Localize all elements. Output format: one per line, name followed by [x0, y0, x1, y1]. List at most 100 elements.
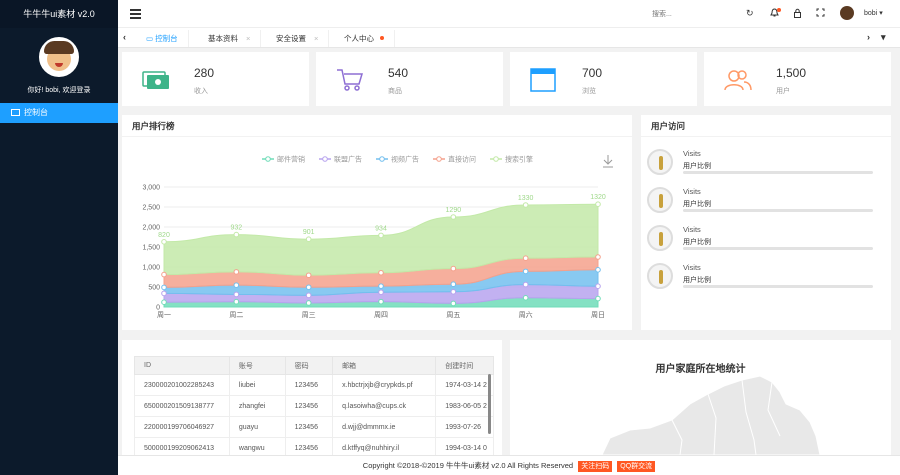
greeting-text: 你好! bobi, 欢迎登录	[27, 87, 91, 94]
column-header[interactable]: 创建时间	[435, 356, 494, 375]
visit-subtitle: 用户比例	[683, 239, 711, 246]
tab-profile[interactable]: 个人中心	[334, 30, 395, 47]
panel-title: 用户排行榜	[122, 115, 632, 137]
data-point	[305, 236, 312, 242]
notification-dot	[777, 8, 781, 12]
data-point	[595, 283, 601, 289]
monitor-icon: ▭	[146, 34, 154, 43]
column-header[interactable]: ID	[134, 356, 230, 375]
table-row[interactable]: 500000199209062413 wangwu 123456 d.ktffy…	[134, 437, 494, 455]
data-point	[305, 272, 312, 279]
tab-dashboard[interactable]: ▭ 控制台	[136, 30, 189, 47]
tab-label: 控制台	[155, 34, 178, 43]
x-tick-label: 周三	[302, 311, 316, 319]
data-point	[522, 295, 529, 301]
user-menu[interactable]: bobi ▾	[864, 9, 883, 17]
progress-bar	[683, 209, 873, 212]
data-point	[595, 254, 601, 260]
ranking-panel: 用户排行榜 0 500 1,000 1,500 2,000 2,500 3,000 周一 周二 周…	[122, 115, 632, 330]
visit-avatar	[647, 263, 673, 289]
cash-icon	[142, 71, 169, 89]
cell-password: 123456	[284, 416, 334, 438]
visit-subtitle: 用户比例	[683, 277, 711, 284]
stat-label: 商品	[388, 88, 402, 95]
legend-label: 视频广告	[391, 155, 419, 164]
qq-group-button[interactable]: QQ群交流	[617, 461, 656, 472]
follow-button[interactable]: 关注扫码	[578, 461, 613, 472]
legend-marker	[493, 156, 499, 162]
legend-label: 邮件营销	[277, 155, 305, 164]
stat-label: 浏览	[582, 88, 596, 95]
data-point	[233, 298, 240, 305]
footer: Copyright ©2018-©2019 牛牛牛ui素材 v2.0 All R…	[118, 455, 900, 475]
fullscreen-icon[interactable]	[816, 8, 825, 19]
data-point	[378, 289, 384, 296]
china-map[interactable]	[510, 340, 891, 455]
tabs-scroll-left-icon[interactable]: ‹	[123, 32, 126, 42]
search-input[interactable]: 搜索...	[652, 9, 672, 19]
avatar[interactable]	[39, 37, 79, 77]
data-label: 932	[230, 225, 242, 232]
data-point	[233, 231, 240, 238]
list-item[interactable]: Visits 用户比例	[647, 225, 875, 255]
y-tick-label: 500	[148, 285, 160, 292]
data-point	[450, 281, 457, 287]
legend-marker	[436, 156, 442, 162]
data-point	[378, 298, 384, 305]
download-icon[interactable]	[603, 155, 613, 168]
tab-label: 基本资料	[208, 34, 238, 43]
refresh-icon[interactable]: ↻	[746, 8, 754, 19]
user-avatar[interactable]	[840, 6, 854, 20]
users-table: ID 账号 密码 邮箱 创建时间 230000201002285243 liub…	[134, 356, 494, 455]
data-point	[233, 291, 240, 298]
table-row[interactable]: 230000201002285243 liubei 123456 x.hbctr…	[134, 374, 494, 396]
list-item[interactable]: Visits 用户比例	[647, 263, 875, 293]
visit-subtitle: 用户比例	[683, 163, 711, 170]
visit-avatar	[647, 149, 673, 175]
stat-label: 用户	[776, 88, 790, 95]
cell-account: guayu	[228, 416, 286, 438]
data-point	[378, 283, 384, 289]
data-point	[161, 299, 167, 305]
map-panel: 用户家庭所在地统计	[510, 340, 891, 455]
data-point	[595, 201, 601, 207]
data-point	[161, 239, 167, 245]
tab-bar: ‹ ▭ 控制台 基本资料 × 安全设置 × 个人中心 › ▾	[118, 28, 900, 48]
close-icon[interactable]: ×	[246, 34, 250, 43]
cell-password: 123456	[284, 395, 334, 417]
table-row[interactable]: 220000199706046927 guayu 123456 d.wjj@dm…	[134, 416, 494, 438]
list-item[interactable]: Visits 用户比例	[647, 149, 875, 179]
x-tick-label: 周五	[446, 311, 460, 319]
data-point	[305, 284, 312, 291]
progress-bar	[683, 171, 873, 174]
data-point	[305, 292, 312, 299]
list-item[interactable]: Visits 用户比例	[647, 187, 875, 217]
tab-security[interactable]: 安全设置 ×	[266, 30, 330, 47]
data-label: 1320	[590, 194, 606, 201]
table-row[interactable]: 650000201509138777 zhangfei 123456 q.las…	[134, 395, 494, 417]
tabs-dropdown-icon[interactable]: ▾	[881, 32, 886, 43]
cell-email: d.ktffyq@nuhhiry.il	[332, 437, 437, 455]
topbar: 搜索... ↻ bobi ▾	[118, 0, 900, 28]
sidebar-item-dashboard[interactable]: 控制台	[0, 103, 118, 123]
progress-bar	[683, 285, 873, 288]
column-header[interactable]: 账号	[228, 356, 286, 375]
data-point	[161, 271, 167, 278]
x-tick-label: 周二	[229, 311, 243, 319]
live-dot	[380, 36, 384, 40]
close-icon[interactable]: ×	[314, 34, 318, 43]
table-wrap: ID 账号 密码 邮箱 创建时间 230000201002285243 liub…	[134, 356, 494, 455]
column-header[interactable]: 邮箱	[332, 356, 437, 375]
users-table-panel: ID 账号 密码 邮箱 创建时间 230000201002285243 liub…	[122, 340, 502, 455]
cell-email: q.lasoiwha@cups.ck	[332, 395, 437, 417]
cart-icon	[337, 69, 364, 91]
lock-icon[interactable]	[793, 8, 802, 20]
column-header[interactable]: 密码	[284, 356, 334, 375]
stat-card-views: 700 浏览	[510, 52, 697, 106]
tab-basic-info[interactable]: 基本资料 ×	[198, 30, 262, 47]
menu-toggle-icon[interactable]	[130, 9, 141, 19]
data-label: 934	[375, 225, 387, 232]
table-scrollbar[interactable]	[488, 374, 491, 434]
tabs-scroll-right-icon[interactable]: ›	[867, 32, 870, 42]
y-tick-label: 1,500	[142, 245, 160, 252]
